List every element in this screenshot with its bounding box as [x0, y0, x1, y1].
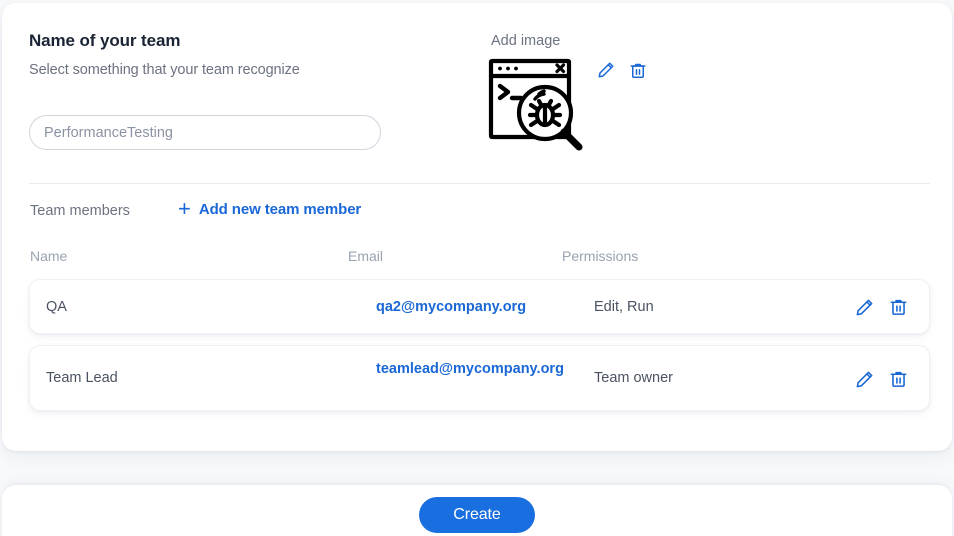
pencil-icon: [855, 370, 874, 389]
trash-icon: [889, 297, 908, 317]
image-actions: [596, 60, 648, 80]
row-actions: [854, 369, 908, 389]
team-members-list: QA qa2@mycompany.org Edit, Run Team Lead…: [29, 279, 930, 422]
edit-member-button[interactable]: [854, 369, 874, 389]
team-settings-page: Name of your team Select something that …: [0, 0, 954, 536]
column-header-permissions: Permissions: [562, 248, 639, 264]
trash-icon: [629, 61, 647, 80]
section-divider: [29, 183, 930, 184]
member-email[interactable]: qa2@mycompany.org: [376, 298, 576, 317]
member-permissions: Team owner: [594, 370, 673, 386]
table-row[interactable]: Team Lead teamlead@mycompany.org Team ow…: [29, 345, 930, 411]
column-header-name: Name: [30, 248, 68, 264]
plus-icon: +: [178, 196, 191, 221]
pencil-icon: [597, 61, 615, 79]
edit-image-button[interactable]: [596, 60, 616, 80]
delete-member-button[interactable]: [888, 297, 908, 317]
delete-image-button[interactable]: [628, 60, 648, 80]
team-form-card: Name of your team Select something that …: [2, 3, 952, 451]
pencil-icon: [855, 298, 874, 317]
delete-member-button[interactable]: [888, 369, 908, 389]
bug-hunting-browser-image: [487, 58, 597, 153]
team-members-label: Team members: [30, 203, 130, 219]
member-permissions: Edit, Run: [594, 299, 654, 315]
create-button[interactable]: Create: [419, 497, 535, 533]
member-name: Team Lead: [46, 370, 118, 386]
add-new-team-member-button[interactable]: + Add new team member: [178, 196, 362, 221]
team-name-input[interactable]: [29, 115, 381, 150]
page-title: Name of your team: [29, 31, 181, 50]
member-name: QA: [46, 299, 67, 315]
member-email[interactable]: teamlead@mycompany.org: [376, 360, 576, 379]
add-image-label: Add image: [491, 33, 561, 49]
table-column-headers: Name Email Permissions: [2, 248, 952, 266]
trash-icon: [889, 369, 908, 389]
page-subtitle: Select something that your team recogniz…: [29, 62, 300, 78]
column-header-email: Email: [348, 248, 384, 264]
edit-member-button[interactable]: [854, 297, 874, 317]
row-actions: [854, 297, 908, 317]
add-new-team-member-label: Add new team member: [198, 200, 362, 218]
table-row[interactable]: QA qa2@mycompany.org Edit, Run: [29, 279, 930, 334]
